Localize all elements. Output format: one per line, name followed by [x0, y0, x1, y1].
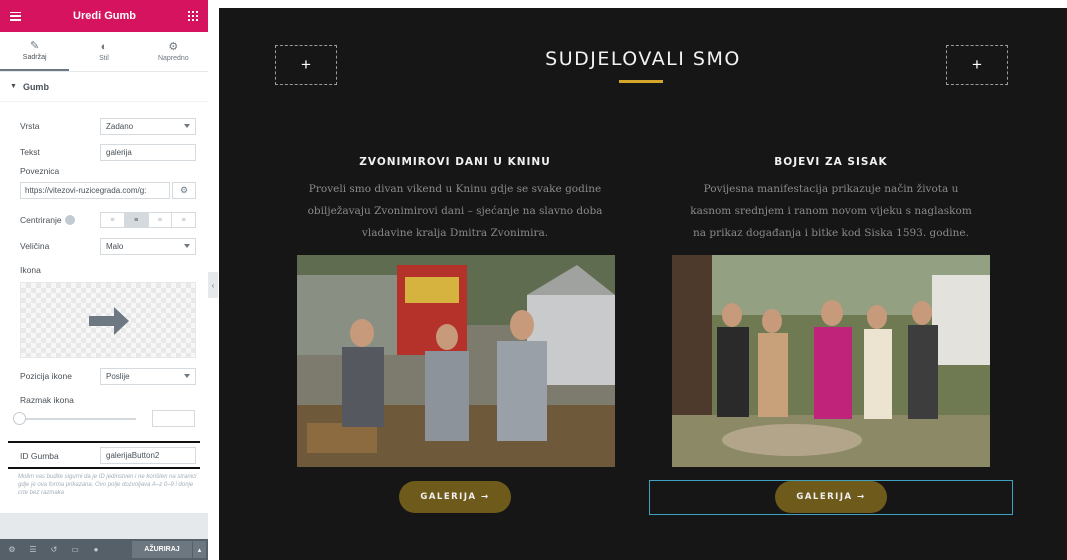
- razmak-slider-track[interactable]: [18, 418, 136, 420]
- field-label: Veličina: [20, 241, 50, 251]
- history-icon[interactable]: ↺: [45, 545, 63, 554]
- select-value: Malo: [106, 242, 124, 251]
- tab-label: Sadržaj: [22, 54, 47, 61]
- description-line: kasnom srednjem i ranom novom vijeku s n…: [690, 205, 972, 217]
- link-options-gear-icon[interactable]: ⚙: [172, 182, 196, 199]
- align-center-icon[interactable]: ≡: [124, 213, 149, 227]
- responsive-icon[interactable]: [64, 215, 75, 225]
- column-title: BOJEVI ZA SISAK: [774, 156, 888, 168]
- pencil-icon: ✎: [30, 40, 40, 52]
- tab-label: Stil: [99, 55, 109, 62]
- collapse-panel-icon[interactable]: ‹: [208, 272, 218, 298]
- settings-icon[interactable]: ⚙: [3, 545, 21, 554]
- knin-event-photo: [297, 255, 615, 467]
- tab-label: Napredno: [157, 55, 189, 62]
- update-button[interactable]: AŽURIRAJ: [132, 541, 192, 558]
- description-line: Povijesna manifestacija prikazuje način …: [703, 183, 959, 195]
- description-line: na prikaz događanja i bitke kod Siska 15…: [693, 227, 969, 239]
- tab-napredno[interactable]: ⚙ Napredno: [139, 32, 208, 71]
- field-row-poveznica: Poveznica https://vitezovi-ruzicegrada.c…: [20, 166, 196, 202]
- panel-tabs: ✎ Sadržaj ◐ Stil ⚙ Napredno: [0, 32, 208, 72]
- column-title: ZVONIMIROVI DANI U KNINU: [359, 156, 551, 168]
- field-row-velicina: Veličina Malo: [20, 238, 196, 255]
- tekst-input[interactable]: galerija: [100, 144, 196, 161]
- section-heading: SUDJELOVALI SMO: [545, 48, 741, 70]
- panel-spacer: [0, 513, 208, 539]
- description-line: vladavine kralja Dmitra Zvonimira.: [361, 227, 549, 239]
- contrast-icon: ◐: [100, 41, 108, 53]
- field-label: ID Gumba: [20, 451, 59, 461]
- field-label: Poveznica: [20, 166, 60, 176]
- caret-up-icon[interactable]: ▴: [193, 541, 206, 558]
- hamburger-menu-icon[interactable]: [10, 11, 21, 21]
- navigator-icon[interactable]: ☰: [24, 545, 42, 554]
- icon-picker[interactable]: [20, 282, 196, 358]
- select-value: Poslije: [106, 372, 130, 381]
- responsive-mode-icon[interactable]: ▭: [66, 545, 84, 554]
- galerija-button-sisak[interactable]: GALERIJA →: [775, 481, 887, 513]
- align-justify-icon[interactable]: ≡: [172, 213, 195, 227]
- razmak-number-input[interactable]: [152, 410, 195, 427]
- tab-stil[interactable]: ◐ Stil: [69, 32, 138, 71]
- sisak-event-photo: [672, 255, 990, 467]
- description-line: Proveli smo divan vikend u Kninu gdje se…: [308, 183, 602, 195]
- panel-title: Uredi Gumb: [73, 10, 136, 22]
- tab-sadrzaj[interactable]: ✎ Sadržaj: [0, 32, 70, 71]
- section-label: Gumb: [22, 81, 49, 92]
- chevron-down-icon: [184, 244, 190, 248]
- page-preview: + + SUDJELOVALI SMO ZVONIMIROVI DANI U K…: [219, 8, 1067, 560]
- align-right-icon[interactable]: ≡: [149, 213, 173, 227]
- field-label: Vrsta: [20, 121, 40, 131]
- input-value: https://vitezovi-ruzicegrada.com/g:: [25, 186, 147, 195]
- caret-down-icon: ▼: [10, 83, 17, 90]
- select-value: Zadano: [106, 122, 134, 131]
- field-row-razmak-ikona: Razmak ikona: [20, 395, 196, 407]
- alignment-choices: ≡ ≡ ≡ ≡: [100, 212, 196, 228]
- field-label: Centriranje: [20, 215, 75, 225]
- panel-footer: ⚙ ☰ ↺ ▭ ● AŽURIRAJ ▴: [0, 539, 208, 560]
- widgets-grid-icon[interactable]: [187, 11, 198, 21]
- chevron-down-icon: [184, 374, 190, 378]
- column-description: Povijesna manifestacija prikazuje način …: [661, 178, 1001, 244]
- field-row-centriranje: Centriranje ≡ ≡ ≡ ≡: [20, 212, 196, 229]
- field-label: Ikona: [20, 265, 41, 275]
- field-row-vrsta: Vrsta Zadano: [20, 118, 196, 135]
- align-left-icon[interactable]: ≡: [101, 213, 125, 227]
- panel-header: Uredi Gumb: [0, 0, 208, 32]
- galerija-button-knin[interactable]: GALERIJA →: [399, 481, 511, 513]
- description-line: obilježavaju Zvonimirovi dani – sjećanje…: [307, 205, 603, 217]
- velicina-select[interactable]: Malo: [100, 238, 196, 255]
- poveznica-input[interactable]: https://vitezovi-ruzicegrada.com/g:: [20, 182, 170, 199]
- heading-divider: [619, 80, 663, 83]
- field-label: Tekst: [20, 147, 40, 157]
- field-row-tekst: Tekst galerija: [20, 144, 196, 161]
- id-help-text: Molim vas budite sigurni da je ID jedins…: [18, 474, 197, 496]
- razmak-slider-handle[interactable]: [13, 412, 26, 425]
- vrsta-select[interactable]: Zadano: [100, 118, 196, 135]
- preview-eye-icon[interactable]: ●: [87, 545, 105, 554]
- input-value: galerija: [106, 148, 132, 157]
- field-label: Pozicija ikone: [20, 371, 72, 381]
- pozicija-ikone-select[interactable]: Poslije: [100, 368, 196, 385]
- field-row-pozicija-ikone: Pozicija ikone Poslije: [20, 368, 196, 385]
- gear-icon: ⚙: [168, 41, 179, 53]
- editor-panel: Uredi Gumb ✎ Sadržaj ◐ Stil ⚙ Napredno ▼…: [0, 0, 208, 560]
- field-row-ikona: Ikona: [20, 265, 196, 277]
- id-gumba-input[interactable]: galerijaButton2: [100, 447, 196, 464]
- id-gumba-row: ID Gumba galerijaButton2: [8, 441, 200, 469]
- section-toggle-gumb[interactable]: ▼ Gumb: [0, 72, 208, 102]
- chevron-down-icon: [184, 124, 190, 128]
- arrow-right-icon: [89, 307, 129, 335]
- input-value: galerijaButton2: [106, 451, 160, 460]
- centriranje-label: Centriranje: [20, 215, 62, 225]
- column-description: Proveli smo divan vikend u Kninu gdje se…: [285, 178, 625, 244]
- field-label: Razmak ikona: [20, 395, 74, 405]
